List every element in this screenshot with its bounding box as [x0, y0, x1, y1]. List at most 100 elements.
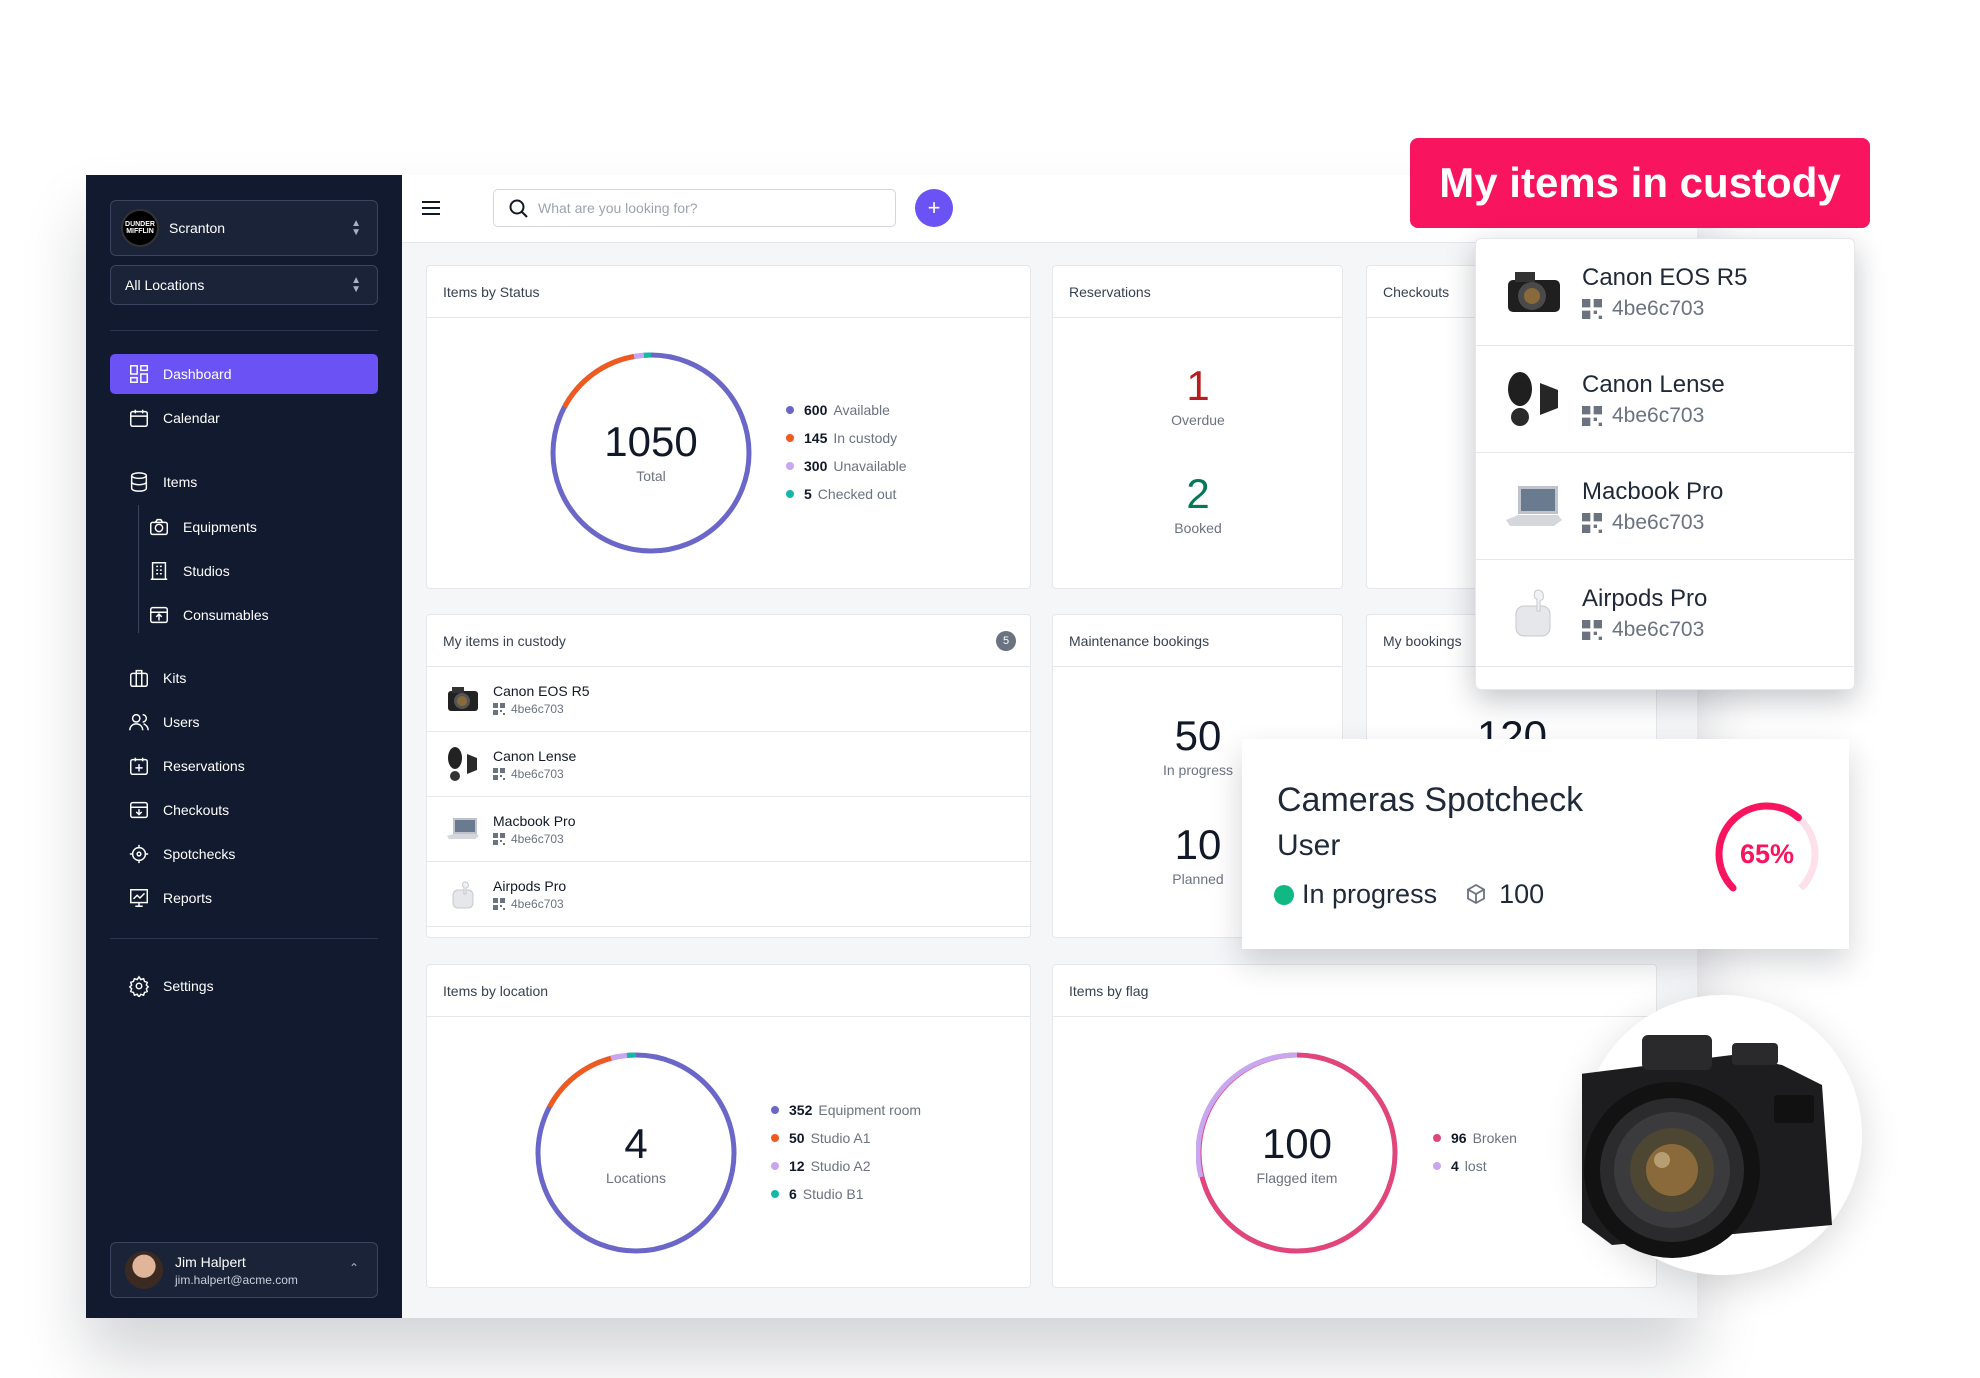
chart-icon: [127, 886, 151, 910]
cube-icon: [1467, 883, 1485, 904]
box-down-icon: [127, 798, 151, 822]
location-legend: 352 Equipment room 50 Studio A1 12 Studio A…: [771, 1096, 921, 1208]
qr-code-icon: [1582, 619, 1602, 640]
my-items-card: My items in custody 5 Canon EOS R5 4be6c…: [426, 614, 1032, 938]
qr-code-icon: [1582, 298, 1602, 319]
sidebar-item-users[interactable]: Users: [110, 702, 378, 742]
status-segment-in-custody: [562, 354, 635, 409]
user-name: Jim Halpert: [175, 1253, 246, 1270]
list-item[interactable]: Canon Lense 4be6c703: [427, 732, 1032, 797]
sidebar-item-kits[interactable]: Kits: [110, 658, 378, 698]
sidebar-divider: [110, 938, 378, 939]
user-menu[interactable]: Jim Halpert jim.halpert@acme.com ⌃: [110, 1242, 378, 1298]
sidebar-item-label: Reservations: [163, 758, 245, 774]
qr-code-icon: [493, 832, 505, 845]
legend-item: 300 Unavailable: [786, 452, 907, 480]
add-button[interactable]: +: [915, 189, 953, 227]
spotcheck-progress-gauge: 65%: [1715, 802, 1819, 906]
airpods-thumbnail: [1504, 583, 1564, 643]
spotcheck-count: 100: [1499, 879, 1545, 909]
popup-item-code: 4be6c703: [1582, 404, 1725, 428]
items-by-flag-card: Items by flag 100 Flagged item 96 Broken …: [1052, 964, 1657, 1288]
camera-thumbnail: [445, 681, 481, 717]
legend-dot: [771, 1162, 779, 1170]
items-by-status-card: Items by Status 1050 Total 600 Available …: [426, 265, 1031, 589]
legend-item: 6 Studio B1: [771, 1180, 921, 1208]
popup-item-code: 4be6c703: [1582, 297, 1747, 321]
sidebar-item-label: Studios: [183, 563, 230, 579]
location-select[interactable]: All Locations ▲ ▼: [110, 265, 378, 305]
legend-item: 145 In custody: [786, 424, 907, 452]
sidebar-item-studios[interactable]: Studios: [147, 551, 378, 591]
legend-dot: [771, 1134, 779, 1142]
legend-item: 5 Checked out: [786, 480, 907, 508]
item-name: Canon Lense: [493, 747, 577, 764]
submenu-line: [138, 505, 139, 633]
status-dot: [1274, 884, 1294, 905]
sidebar-item-label: Kits: [163, 670, 187, 686]
camera-illustration: [1572, 1035, 1832, 1258]
flag-donut-center: 100 Flagged item: [1197, 1120, 1397, 1186]
sidebar-item-checkouts[interactable]: Checkouts: [110, 790, 378, 830]
search-input[interactable]: What are you looking for?: [493, 189, 896, 227]
popup-item-code: 4be6c703: [1582, 618, 1707, 642]
sidebar-item-reservations[interactable]: Reservations: [110, 746, 378, 786]
list-item[interactable]: Airpods Pro 4be6c703: [427, 862, 1032, 927]
list-item[interactable]: Canon EOS R5 4be6c703: [427, 667, 1032, 732]
popup-item-name: Canon Lense: [1582, 370, 1725, 398]
sidebar-item-label: Items: [163, 474, 198, 490]
search-icon: [509, 199, 528, 218]
item-code: 4be6c703: [493, 702, 590, 716]
popup-item-name: Macbook Pro: [1582, 477, 1724, 505]
location-segment-studio-a2: [610, 1052, 628, 1061]
spotcheck-status: In progress 100: [1274, 879, 1544, 910]
popup-item[interactable]: Airpods Pro 4be6c703: [1476, 560, 1856, 667]
item-name: Canon EOS R5: [493, 682, 590, 699]
sidebar-item-items[interactable]: Items: [110, 462, 378, 502]
spotcheck-card[interactable]: Cameras Spotcheck User In progress 100 6…: [1242, 739, 1849, 949]
org-name: Scranton: [169, 220, 226, 236]
booked-value: 2: [1186, 470, 1210, 517]
users-icon: [127, 710, 151, 734]
org-logo: DUNDER MIFFLIN: [121, 209, 159, 247]
sidebar-item-calendar[interactable]: Calendar: [110, 398, 378, 438]
sidebar-item-label: Users: [163, 714, 200, 730]
booked-stat: 2 Booked: [1053, 470, 1343, 536]
sidebar-item-settings[interactable]: Settings: [110, 966, 378, 1006]
qr-code-icon: [1582, 405, 1602, 426]
database-icon: [127, 470, 151, 494]
org-switcher[interactable]: DUNDER MIFFLIN Scranton ▲ ▼: [110, 200, 378, 256]
legend-item: 96 Broken: [1433, 1124, 1517, 1152]
list-item[interactable]: Macbook Pro 4be6c703: [427, 797, 1032, 862]
sidebar-item-consumables[interactable]: Consumables: [147, 595, 378, 635]
custody-popup: Canon EOS R5 4be6c703 Canon Lense 4be6c7…: [1475, 238, 1856, 690]
reservations-card[interactable]: Reservations 1 Overdue 2 Booked: [1052, 265, 1343, 589]
item-name: Macbook Pro: [493, 812, 576, 829]
flag-total-label: Flagged item: [1256, 1170, 1338, 1186]
popup-item[interactable]: Canon Lense 4be6c703: [1476, 346, 1856, 453]
avatar: [125, 1251, 163, 1289]
camera-product-image: [1572, 995, 1862, 1275]
qr-code-icon: [1582, 512, 1602, 533]
overdue-value: 1: [1186, 362, 1210, 409]
legend-item: 600 Available: [786, 396, 907, 424]
camera-icon: [147, 515, 171, 539]
laptop-thumbnail: [1504, 476, 1564, 536]
calendar-plus-icon: [127, 754, 151, 778]
sidebar-item-reports[interactable]: Reports: [110, 878, 378, 918]
item-name: Airpods Pro: [493, 877, 567, 894]
flag-legend: 96 Broken 4 lost: [1433, 1124, 1517, 1180]
sidebar-item-equipments[interactable]: Equipments: [147, 507, 378, 547]
user-email: jim.halpert@acme.com: [175, 1272, 298, 1287]
status-legend: 600 Available 145 In custody 300 Unavailabl…: [786, 396, 907, 508]
sidebar-item-label: Consumables: [183, 607, 269, 623]
sidebar-item-dashboard[interactable]: Dashboard: [110, 354, 378, 394]
popup-item[interactable]: Macbook Pro 4be6c703: [1476, 453, 1856, 560]
items-by-location-card: Items by location 4 Locations 352 Equipme…: [426, 964, 1031, 1288]
sidebar-item-spotchecks[interactable]: Spotchecks: [110, 834, 378, 874]
legend-item: 12 Studio A2: [771, 1152, 921, 1180]
legend-dot: [786, 434, 794, 442]
hamburger-menu-icon[interactable]: [420, 197, 442, 219]
popup-item-name: Airpods Pro: [1582, 584, 1708, 612]
popup-item[interactable]: Canon EOS R5 4be6c703: [1476, 239, 1856, 346]
